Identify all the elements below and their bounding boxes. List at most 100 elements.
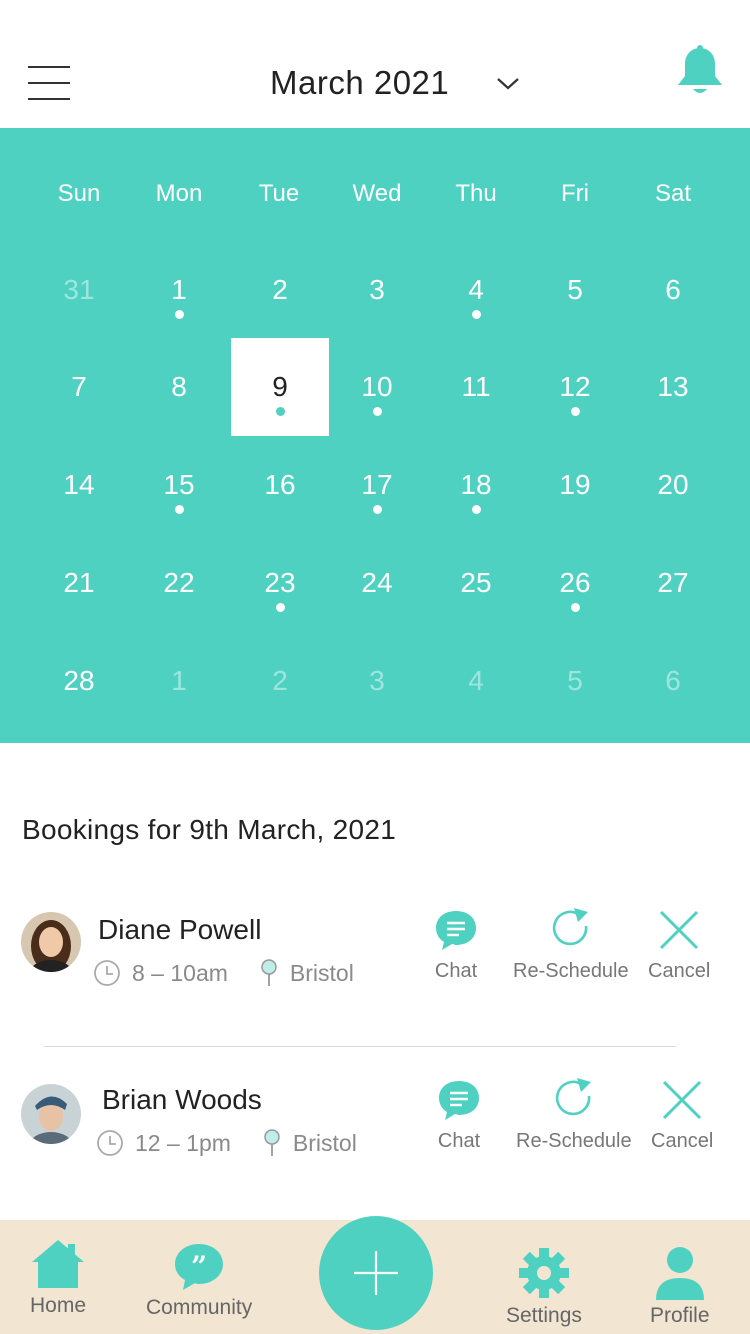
weekday-header: Tue bbox=[258, 180, 300, 207]
reschedule-label: Re-Schedule bbox=[513, 960, 629, 982]
chat-button[interactable]: Chat bbox=[433, 908, 479, 983]
day-number: 20 bbox=[657, 469, 689, 500]
calendar-day[interactable]: 14 bbox=[30, 436, 128, 534]
calendar-day[interactable]: 2 bbox=[231, 241, 329, 339]
calendar-day[interactable]: 26 bbox=[526, 534, 624, 632]
bookings-heading: Bookings for 9th March, 2021 bbox=[22, 814, 397, 845]
calendar-day[interactable]: 23 bbox=[231, 534, 329, 632]
avatar[interactable] bbox=[21, 912, 81, 972]
chat-bubble-icon bbox=[436, 911, 476, 950]
calendar-day-selected[interactable]: 9 bbox=[231, 338, 329, 436]
nav-home[interactable]: Home bbox=[30, 1238, 86, 1318]
day-number: 23 bbox=[264, 567, 296, 598]
nav-profile[interactable]: Profile bbox=[650, 1246, 710, 1328]
day-number: 22 bbox=[163, 567, 195, 598]
calendar-day[interactable]: 19 bbox=[526, 436, 624, 534]
calendar-day[interactable]: 27 bbox=[624, 534, 722, 632]
nav-community[interactable]: ” Community bbox=[146, 1242, 252, 1320]
day-number: 16 bbox=[264, 469, 296, 500]
calendar-day[interactable]: 22 bbox=[130, 534, 228, 632]
reschedule-button[interactable]: Re-Schedule bbox=[513, 906, 629, 983]
calendar-day[interactable]: 6 bbox=[624, 241, 722, 339]
day-number: 14 bbox=[63, 469, 95, 500]
day-number: 3 bbox=[369, 274, 385, 305]
calendar-day[interactable]: 17 bbox=[328, 436, 426, 534]
day-number: 19 bbox=[559, 469, 591, 500]
clock-icon bbox=[97, 1130, 123, 1156]
calendar-day[interactable]: 8 bbox=[130, 338, 228, 436]
booking-indicator-dot bbox=[471, 310, 481, 319]
calendar-day[interactable]: 28 bbox=[30, 632, 128, 730]
calendar-day[interactable]: 5 bbox=[526, 241, 624, 339]
day-number: 27 bbox=[657, 567, 689, 598]
booking-indicator-dot bbox=[174, 310, 184, 319]
day-number: 1 bbox=[171, 665, 187, 696]
day-number: 21 bbox=[63, 567, 95, 598]
calendar-day[interactable]: 20 bbox=[624, 436, 722, 534]
calendar-day[interactable]: 15 bbox=[130, 436, 228, 534]
booking-item: Diane Powell 8 – 10am Bristol Chat Re-Sc… bbox=[0, 900, 750, 1010]
nav-profile-label: Profile bbox=[650, 1304, 710, 1327]
refresh-icon bbox=[555, 1078, 591, 1116]
calendar-day[interactable]: 1 bbox=[130, 241, 228, 339]
month-selector[interactable]: March 2021 bbox=[270, 58, 521, 108]
day-number: 8 bbox=[171, 371, 187, 402]
hamburger-menu-icon[interactable] bbox=[28, 64, 72, 102]
day-number: 4 bbox=[468, 274, 484, 305]
calendar-day[interactable]: 4 bbox=[427, 241, 525, 339]
clock-icon bbox=[94, 960, 120, 986]
day-number: 3 bbox=[369, 665, 385, 696]
close-icon bbox=[663, 1080, 702, 1120]
chevron-down-icon bbox=[497, 78, 520, 90]
booking-meta: 8 – 10am Bristol bbox=[92, 958, 354, 988]
reschedule-label: Re-Schedule bbox=[516, 1130, 632, 1152]
day-number: 5 bbox=[567, 274, 583, 305]
svg-text:”: ” bbox=[191, 1250, 207, 1283]
calendar-day[interactable]: 3 bbox=[328, 241, 426, 339]
nav-settings[interactable]: Settings bbox=[506, 1246, 582, 1328]
calendar-day[interactable]: 5 bbox=[526, 632, 624, 730]
nav-settings-label: Settings bbox=[506, 1304, 582, 1327]
day-number: 2 bbox=[272, 274, 288, 305]
bell-icon[interactable] bbox=[672, 44, 728, 100]
calendar-day[interactable]: 31 bbox=[30, 241, 128, 339]
cancel-button[interactable]: Cancel bbox=[648, 908, 710, 983]
add-booking-button[interactable] bbox=[319, 1216, 433, 1330]
booking-indicator-dot bbox=[570, 407, 580, 416]
client-name: Diane Powell bbox=[98, 914, 262, 945]
reschedule-button[interactable]: Re-Schedule bbox=[516, 1076, 632, 1153]
day-number: 28 bbox=[63, 665, 95, 696]
nav-community-label: Community bbox=[146, 1296, 253, 1319]
calendar-day[interactable]: 25 bbox=[427, 534, 525, 632]
calendar-day[interactable]: 11 bbox=[427, 338, 525, 436]
avatar[interactable] bbox=[21, 1084, 81, 1144]
quote-bubble-icon: ” bbox=[175, 1244, 224, 1290]
chat-label: Chat bbox=[434, 960, 478, 982]
home-icon bbox=[32, 1240, 85, 1288]
calendar-day[interactable]: 7 bbox=[30, 338, 128, 436]
day-number: 31 bbox=[63, 274, 95, 305]
calendar-day[interactable]: 24 bbox=[328, 534, 426, 632]
calendar-day[interactable]: 6 bbox=[624, 632, 722, 730]
calendar-day[interactable]: 18 bbox=[427, 436, 525, 534]
day-number: 4 bbox=[468, 665, 484, 696]
calendar-day[interactable]: 21 bbox=[30, 534, 128, 632]
chat-button[interactable]: Chat bbox=[436, 1078, 482, 1153]
calendar-day[interactable]: 1 bbox=[130, 632, 228, 730]
location-pin-icon bbox=[261, 959, 277, 986]
calendar-day[interactable]: 2 bbox=[231, 632, 329, 730]
calendar-day[interactable]: 12 bbox=[526, 338, 624, 436]
booking-indicator-dot bbox=[275, 603, 285, 612]
gear-icon bbox=[518, 1248, 569, 1298]
weekday-header: Wed bbox=[352, 180, 402, 207]
calendar-grid: Sun Mon Tue Wed Thu Fri Sat 31 1 2 3 4 5 6 7 8 9 10 11 12 13… bbox=[0, 128, 750, 743]
calendar-day[interactable]: 10 bbox=[328, 338, 426, 436]
calendar-day[interactable]: 16 bbox=[231, 436, 329, 534]
cancel-label: Cancel bbox=[651, 1130, 714, 1152]
calendar-day[interactable]: 3 bbox=[328, 632, 426, 730]
weekday-header: Thu bbox=[455, 180, 497, 207]
calendar-day[interactable]: 13 bbox=[624, 338, 722, 436]
cancel-button[interactable]: Cancel bbox=[651, 1078, 713, 1153]
booking-indicator-dot bbox=[275, 407, 285, 416]
calendar-day[interactable]: 4 bbox=[427, 632, 525, 730]
